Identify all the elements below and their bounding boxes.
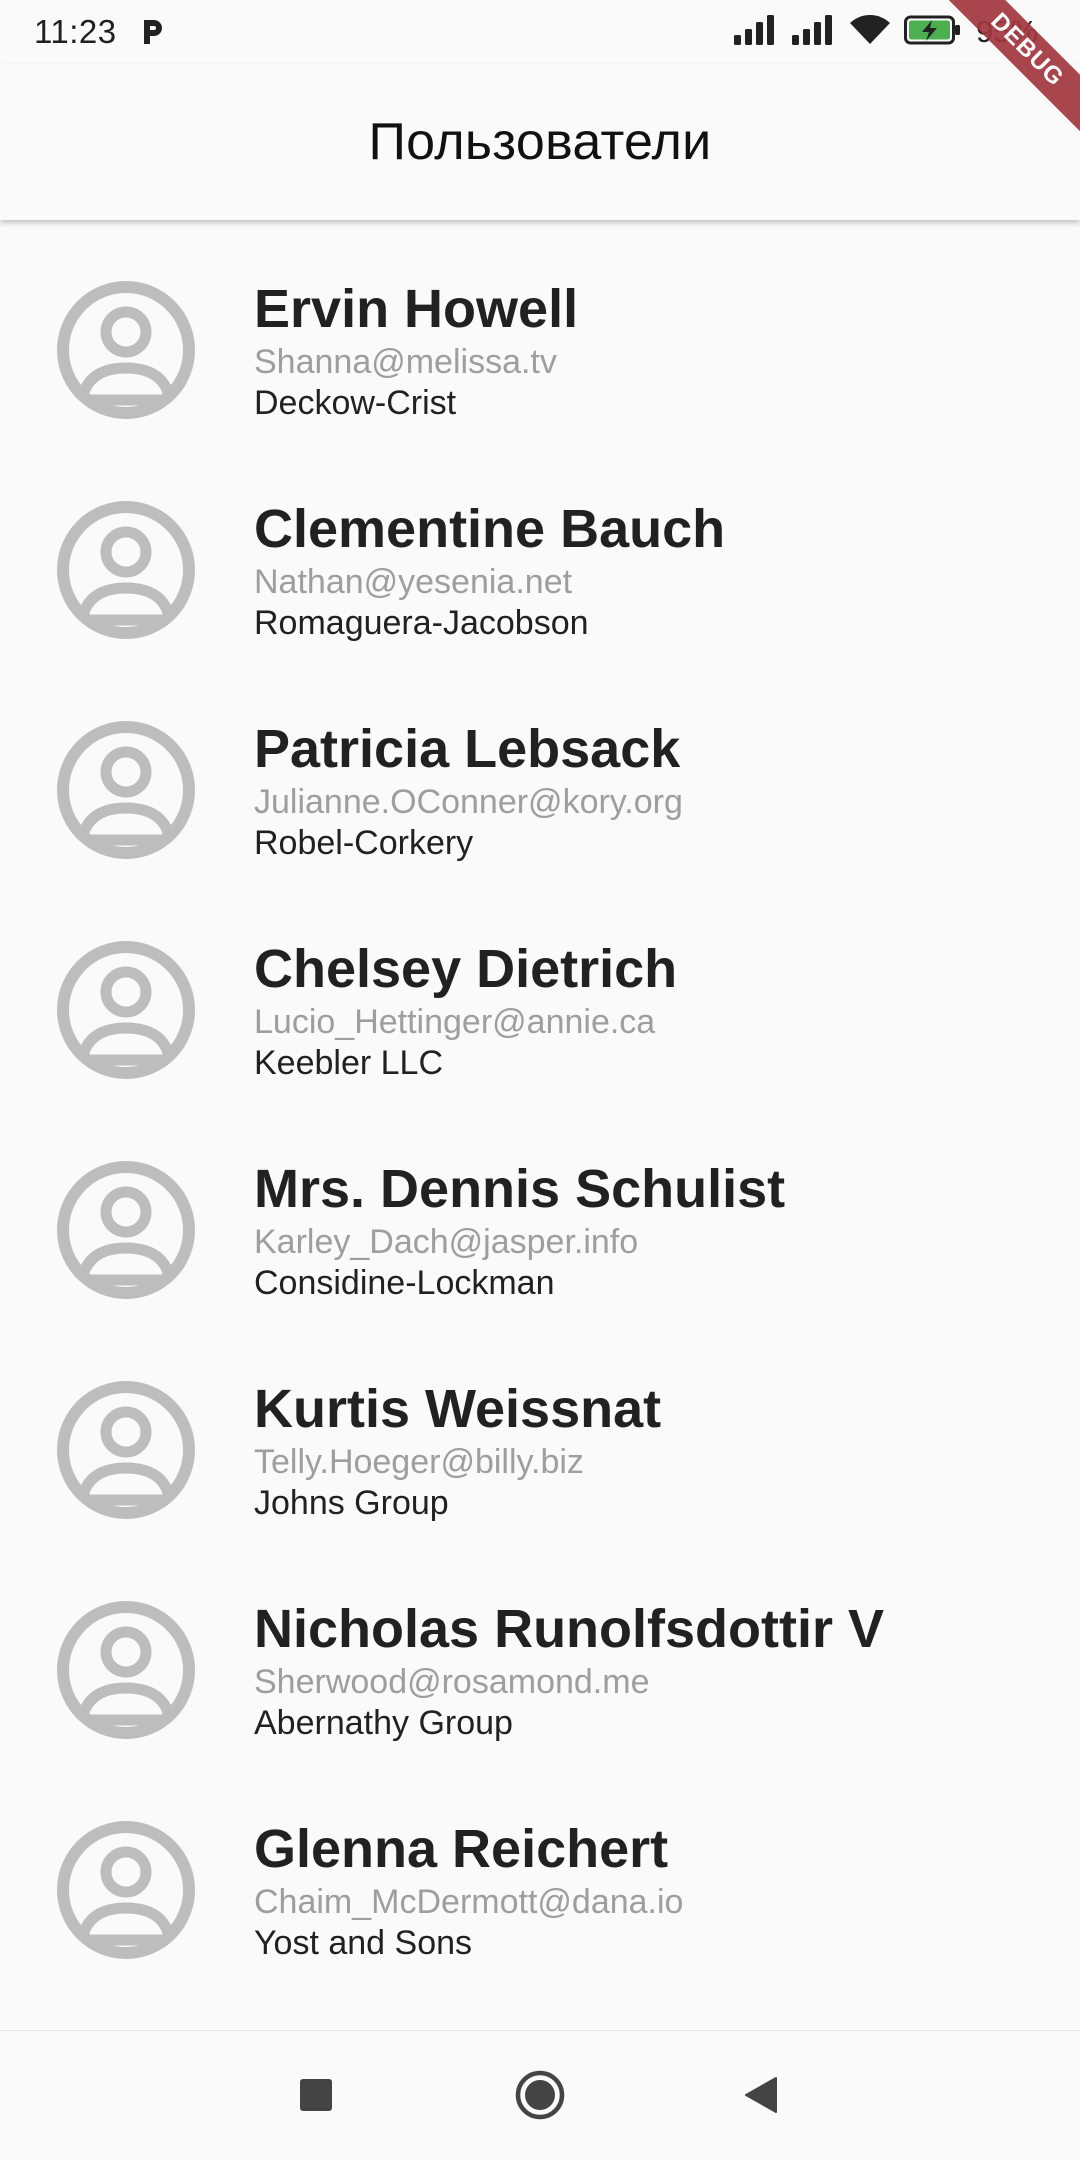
user-text: Mrs. Dennis Schulist Karley_Dach@jasper.… bbox=[254, 1158, 785, 1304]
account-circle-icon bbox=[56, 1160, 196, 1300]
user-name: Clementine Bauch bbox=[254, 499, 726, 559]
account-circle-icon bbox=[56, 1380, 196, 1520]
signal-icon bbox=[733, 14, 778, 50]
wifi-icon bbox=[849, 14, 890, 50]
user-name: Glenna Reichert bbox=[254, 1819, 669, 1879]
list-item[interactable]: Kurtis Weissnat Telly.Hoeger@billy.biz J… bbox=[0, 1320, 1080, 1540]
status-bar: 11:23 bbox=[0, 0, 1080, 64]
home-circle-icon[interactable] bbox=[510, 2065, 570, 2125]
p-icon bbox=[139, 16, 165, 48]
user-text: Chelsey Dietrich Lucio_Hettinger@annie.c… bbox=[254, 938, 677, 1084]
user-name: Patricia Lebsack bbox=[254, 719, 681, 779]
user-list: Ervin Howell Shanna@melissa.tv Deckow-Cr… bbox=[0, 220, 1080, 1980]
account-circle-icon bbox=[56, 280, 196, 420]
user-name: Ervin Howell bbox=[254, 279, 579, 339]
user-text: Kurtis Weissnat Telly.Hoeger@billy.biz J… bbox=[254, 1378, 661, 1524]
user-text: Patricia Lebsack Julianne.OConner@kory.o… bbox=[254, 718, 683, 864]
account-circle-icon bbox=[56, 1820, 196, 1960]
user-email: Sherwood@rosamond.me bbox=[254, 1663, 650, 1701]
list-item[interactable]: Clementine Bauch Nathan@yesenia.net Roma… bbox=[0, 440, 1080, 660]
account-circle-icon bbox=[56, 720, 196, 860]
back-triangle-icon[interactable] bbox=[730, 2065, 790, 2125]
user-email: Karley_Dach@jasper.info bbox=[254, 1223, 639, 1261]
app-bar: Пользователи bbox=[0, 64, 1080, 220]
list-item[interactable]: Ervin Howell Shanna@melissa.tv Deckow-Cr… bbox=[0, 220, 1080, 440]
signal-icon bbox=[791, 14, 836, 50]
account-circle-icon bbox=[56, 500, 196, 640]
list-item[interactable]: Glenna Reichert Chaim_McDermott@dana.io … bbox=[0, 1760, 1080, 1980]
list-item[interactable]: Mrs. Dennis Schulist Karley_Dach@jasper.… bbox=[0, 1100, 1080, 1320]
user-name: Mrs. Dennis Schulist bbox=[254, 1159, 786, 1219]
list-item[interactable]: Patricia Lebsack Julianne.OConner@kory.o… bbox=[0, 660, 1080, 880]
user-email: Shanna@melissa.tv bbox=[254, 343, 557, 381]
user-name: Kurtis Weissnat bbox=[254, 1379, 662, 1439]
page-title: Пользователи bbox=[368, 113, 712, 171]
battery-charging-icon bbox=[903, 15, 962, 50]
user-company: Keebler LLC bbox=[254, 1044, 444, 1082]
user-email: Lucio_Hettinger@annie.ca bbox=[254, 1003, 656, 1041]
status-time: 11:23 bbox=[34, 13, 117, 50]
user-text: Clementine Bauch Nathan@yesenia.net Roma… bbox=[254, 498, 725, 644]
recents-square-icon[interactable] bbox=[286, 2065, 346, 2125]
list-item[interactable]: Nicholas Runolfsdottir V Sherwood@rosamo… bbox=[0, 1540, 1080, 1760]
status-left: 11:23 bbox=[34, 13, 165, 51]
system-nav-bar bbox=[0, 2030, 1080, 2160]
user-company: Deckow-Crist bbox=[254, 384, 457, 422]
user-name: Chelsey Dietrich bbox=[254, 939, 678, 999]
user-company: Considine-Lockman bbox=[254, 1264, 555, 1302]
user-email: Nathan@yesenia.net bbox=[254, 563, 573, 601]
user-email: Telly.Hoeger@billy.biz bbox=[254, 1443, 584, 1481]
user-company: Abernathy Group bbox=[254, 1704, 513, 1742]
user-email: Julianne.OConner@kory.org bbox=[254, 783, 683, 821]
user-company: Robel-Corkery bbox=[254, 824, 474, 862]
account-circle-icon bbox=[56, 1600, 196, 1740]
user-name: Nicholas Runolfsdottir V bbox=[254, 1599, 885, 1659]
account-circle-icon bbox=[56, 940, 196, 1080]
user-text: Ervin Howell Shanna@melissa.tv Deckow-Cr… bbox=[254, 278, 578, 424]
user-text: Glenna Reichert Chaim_McDermott@dana.io … bbox=[254, 1818, 683, 1964]
list-item[interactable]: Chelsey Dietrich Lucio_Hettinger@annie.c… bbox=[0, 880, 1080, 1100]
user-company: Yost and Sons bbox=[254, 1924, 473, 1962]
user-company: Romaguera-Jacobson bbox=[254, 604, 589, 642]
user-text: Nicholas Runolfsdottir V Sherwood@rosamo… bbox=[254, 1598, 884, 1744]
user-company: Johns Group bbox=[254, 1484, 449, 1522]
user-email: Chaim_McDermott@dana.io bbox=[254, 1883, 684, 1921]
screen: 11:23 DEBUG Пользователи Ervin Howell Sh… bbox=[0, 0, 1080, 2160]
